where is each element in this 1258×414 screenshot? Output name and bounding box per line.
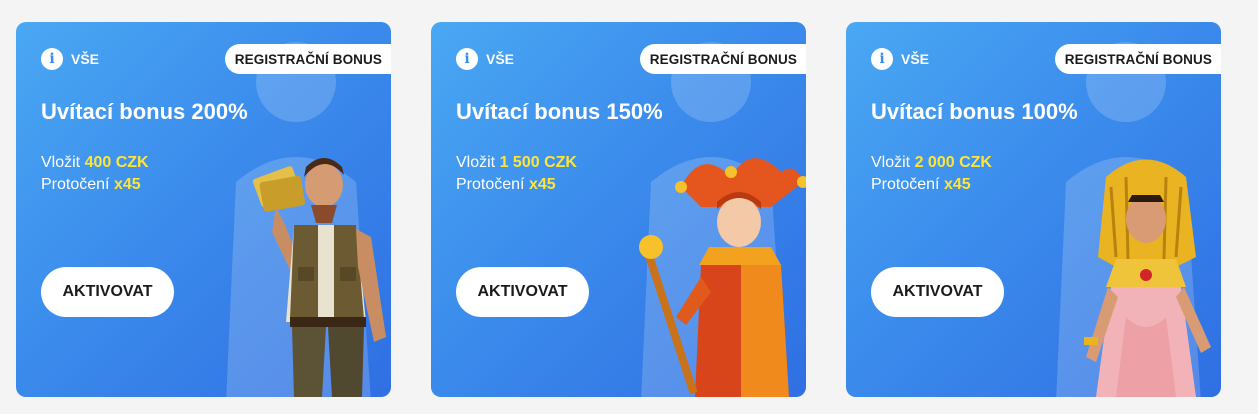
activate-button[interactable]: AKTIVOVAT: [456, 267, 589, 317]
spins-value: x45: [943, 176, 971, 193]
filter-row: i VŠE: [456, 48, 514, 70]
deposit-amount: 400 CZK: [84, 154, 149, 171]
activate-button[interactable]: AKTIVOVAT: [871, 267, 1004, 317]
explorer-character-icon: [252, 158, 386, 397]
bonus-card: i VŠE REGISTRAČNÍ BONUS Uvítací bonus 10…: [846, 22, 1221, 397]
filter-row: i VŠE: [871, 48, 929, 70]
registration-bonus-badge: REGISTRAČNÍ BONUS: [639, 44, 806, 74]
deposit-label: Vložit: [456, 154, 496, 171]
spins-label: Protočení: [456, 176, 525, 193]
info-icon[interactable]: i: [456, 48, 478, 70]
bonus-title: Uvítací bonus 150%: [456, 99, 663, 124]
cleopatra-character-icon: [1084, 159, 1211, 397]
filter-label: VŠE: [71, 51, 100, 67]
info-icon[interactable]: i: [41, 48, 63, 70]
bonus-details: Vložit 2 000 CZK Protočení x45: [871, 152, 992, 196]
deposit-amount: 2 000 CZK: [914, 154, 992, 171]
bonus-card: i VŠE REGISTRAČNÍ BONUS Uvítací bonus 20…: [16, 22, 391, 397]
spins-label: Protočení: [41, 176, 110, 193]
activate-button[interactable]: AKTIVOVAT: [41, 267, 174, 317]
filter-label: VŠE: [901, 51, 930, 67]
spins-label: Protočení: [871, 176, 940, 193]
jester-character-icon: [639, 158, 806, 397]
bonus-details: Vložit 400 CZK Protočení x45: [41, 152, 149, 196]
deposit-label: Vložit: [41, 154, 81, 171]
spins-value: x45: [528, 176, 556, 193]
bonus-details: Vložit 1 500 CZK Protočení x45: [456, 152, 577, 196]
registration-bonus-badge: REGISTRAČNÍ BONUS: [1054, 44, 1221, 74]
bonus-title: Uvítací bonus 200%: [41, 99, 248, 124]
deposit-label: Vložit: [871, 154, 911, 171]
filter-label: VŠE: [486, 51, 515, 67]
registration-bonus-badge: REGISTRAČNÍ BONUS: [224, 44, 391, 74]
deposit-amount: 1 500 CZK: [499, 154, 577, 171]
bonus-cards: i VŠE REGISTRAČNÍ BONUS Uvítací bonus 20…: [0, 0, 1258, 414]
bonus-title: Uvítací bonus 100%: [871, 99, 1078, 124]
info-icon[interactable]: i: [871, 48, 893, 70]
spins-value: x45: [113, 176, 141, 193]
filter-row: i VŠE: [41, 48, 99, 70]
bonus-card: i VŠE REGISTRAČNÍ BONUS Uvítací bonus 15…: [431, 22, 806, 397]
